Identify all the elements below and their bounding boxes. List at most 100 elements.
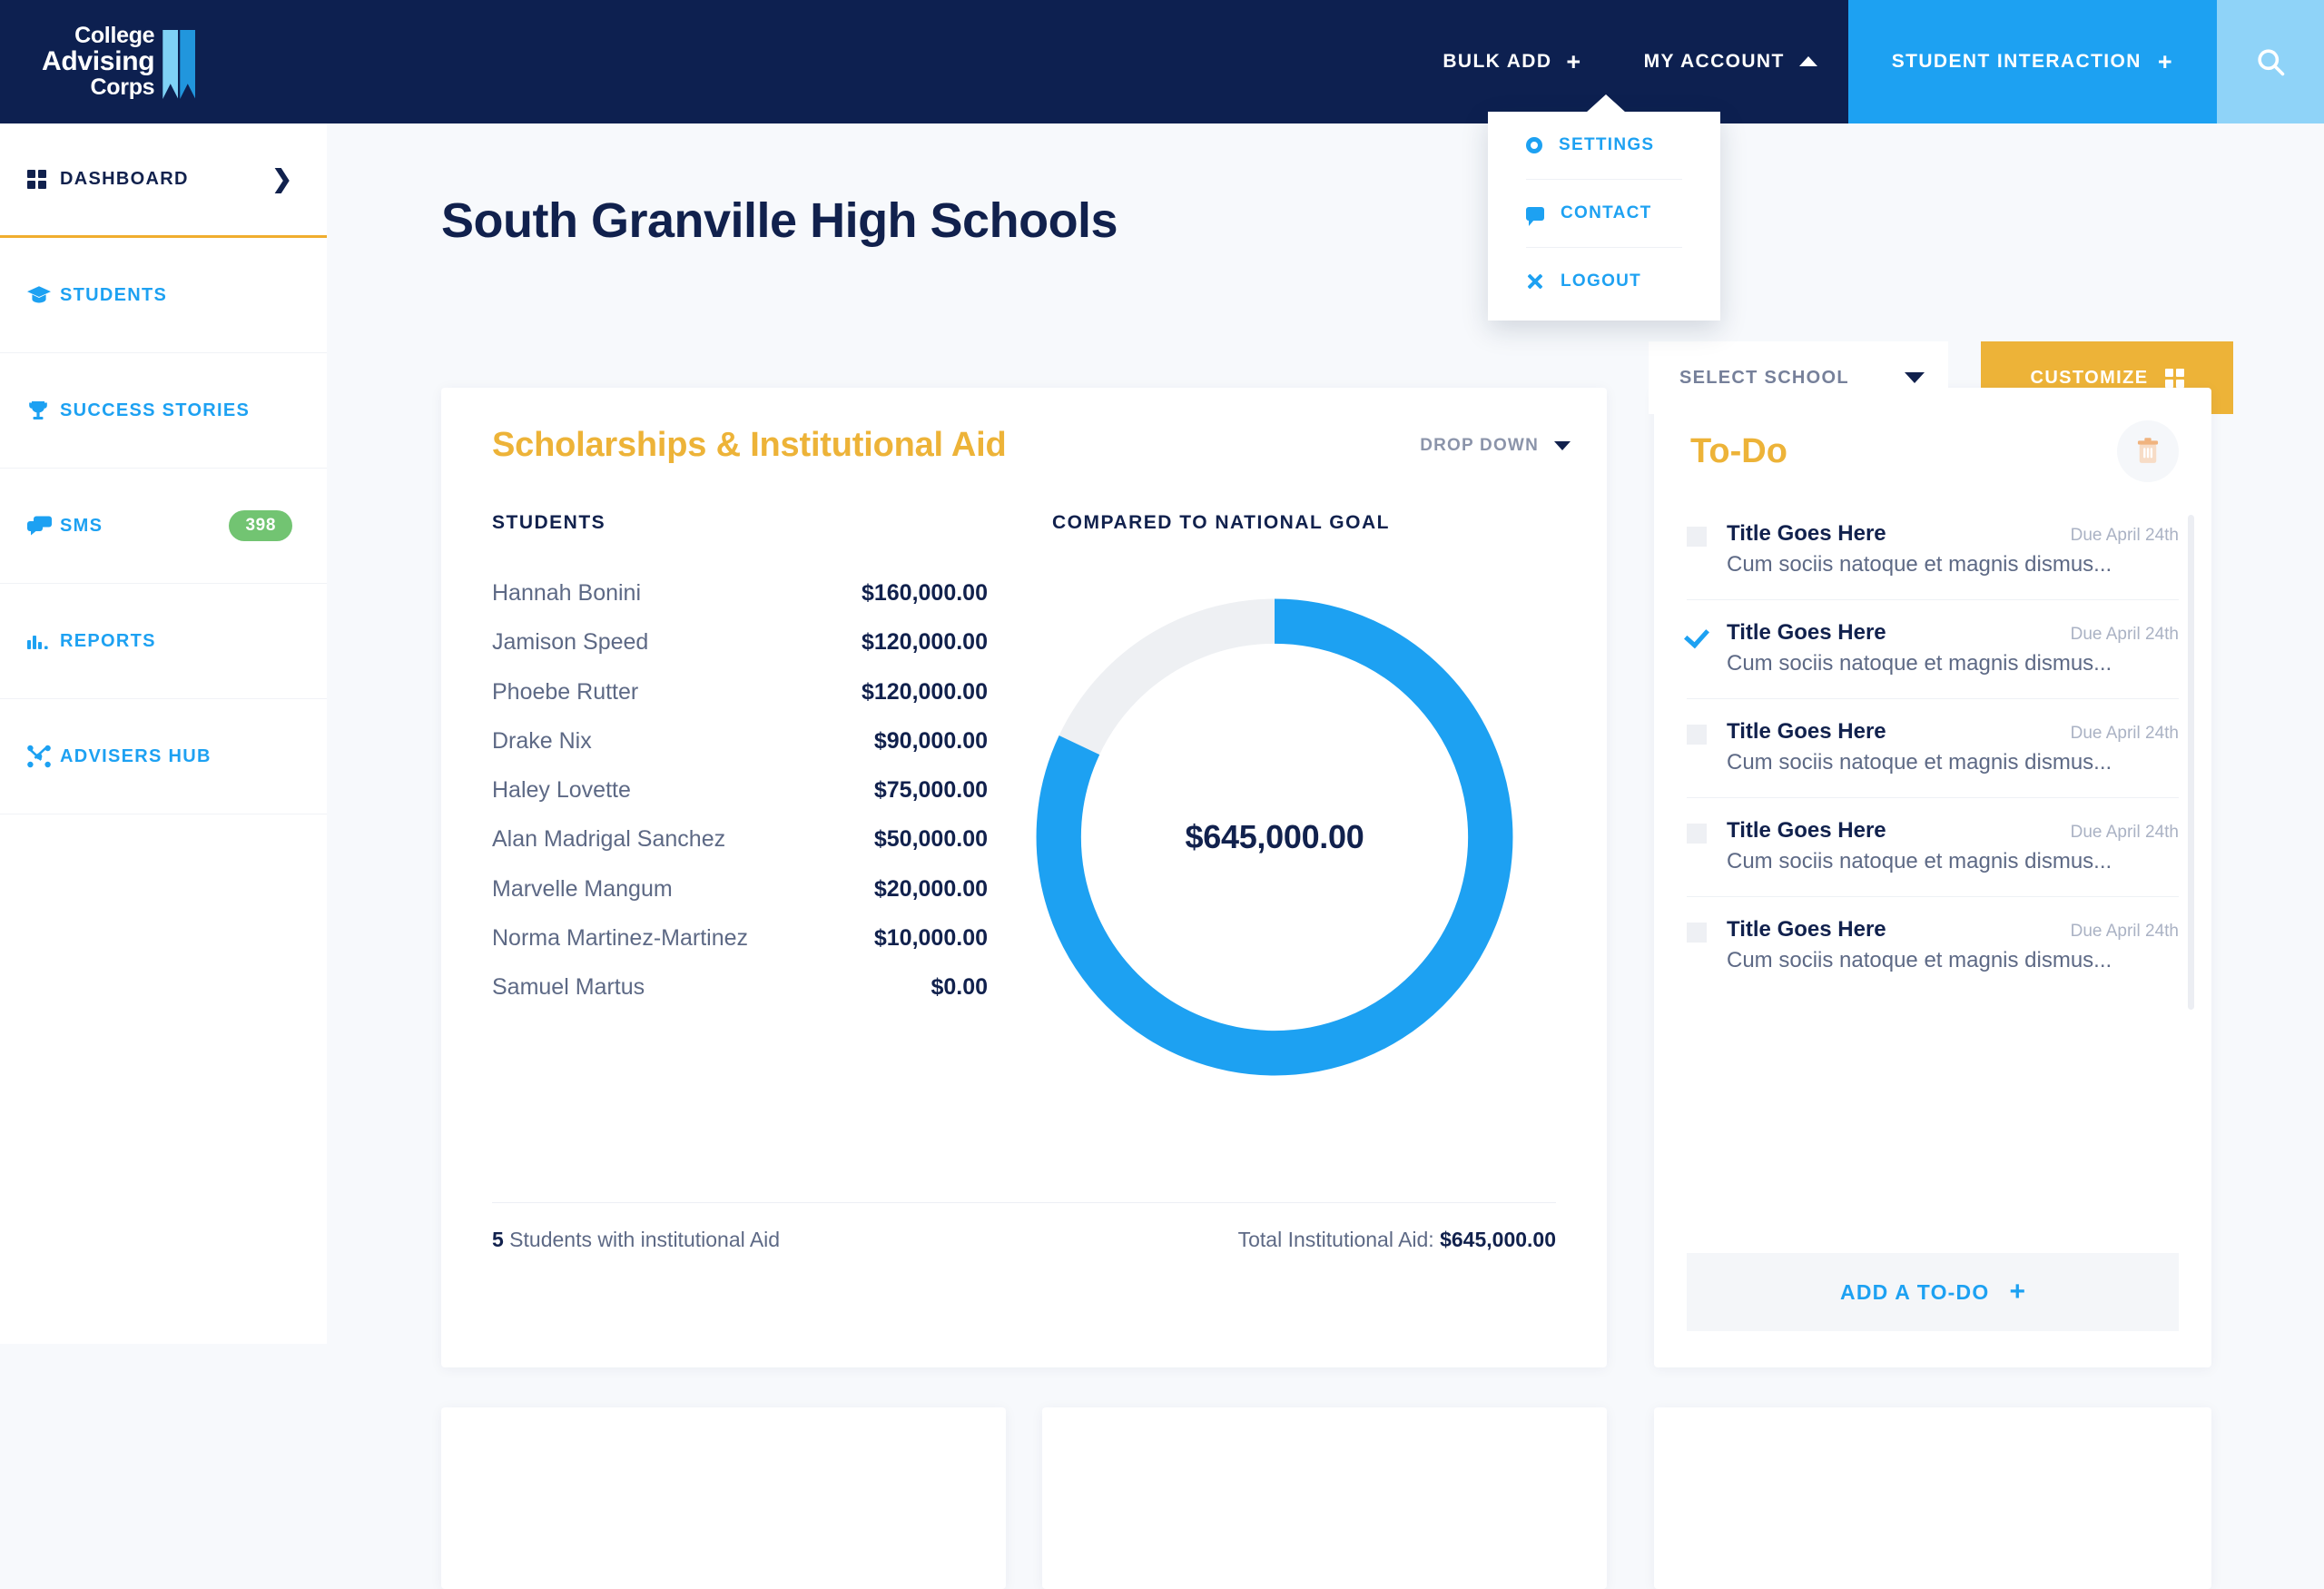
student-name: Hannah Bonini bbox=[492, 580, 642, 606]
student-aid-row[interactable]: Marvelle Mangum $20,000.00 bbox=[492, 876, 988, 925]
logo-mark: College Advising Corps bbox=[42, 25, 197, 99]
placeholder-card-1 bbox=[441, 1407, 1006, 1589]
sidebar-item-reports[interactable]: REPORTS bbox=[0, 584, 327, 699]
todo-title: Title Goes Here bbox=[1727, 818, 1886, 843]
gear-icon bbox=[1526, 137, 1542, 153]
student-aid-row[interactable]: Jamison Speed $120,000.00 bbox=[492, 629, 988, 678]
sidebar-item-dashboard[interactable]: DASHBOARD ❯ bbox=[0, 123, 327, 238]
placeholder-card-2 bbox=[1042, 1407, 1607, 1589]
trophy-icon bbox=[27, 400, 60, 421]
todo-checkbox[interactable] bbox=[1687, 527, 1707, 547]
menu-item-settings[interactable]: SETTINGS bbox=[1488, 112, 1720, 179]
sidebar-item-sms-label: SMS bbox=[60, 515, 103, 536]
student-aid-row[interactable]: Haley Lovette $75,000.00 bbox=[492, 777, 988, 826]
column-header-students: STUDENTS bbox=[492, 512, 606, 533]
footer-total-aid: Total Institutional Aid: $645,000.00 bbox=[1238, 1228, 1556, 1252]
scholarships-dropdown[interactable]: DROP DOWN bbox=[1420, 436, 1571, 456]
chat-icon bbox=[1526, 206, 1544, 226]
student-name: Jamison Speed bbox=[492, 629, 649, 656]
todo-list: Title Goes Here Due April 24th Cum sociis … bbox=[1654, 501, 2211, 1215]
logo-line-2: Advising bbox=[42, 46, 155, 76]
sidebar-item-success-stories-label: SUCCESS STORIES bbox=[60, 400, 251, 420]
nav-student-interaction-label: STUDENT INTERACTION bbox=[1891, 51, 2142, 72]
my-account-dropdown-menu: SETTINGS CONTACT LOGOUT bbox=[1488, 94, 1720, 321]
page-header: South Granville High Schools bbox=[441, 192, 1118, 249]
brand-logo[interactable]: College Advising Corps bbox=[0, 0, 327, 123]
student-name: Norma Martinez-Martinez bbox=[492, 925, 749, 952]
graduation-cap-icon bbox=[27, 286, 60, 304]
student-aid-amount: $20,000.00 bbox=[873, 875, 988, 902]
menu-item-settings-label: SETTINGS bbox=[1559, 135, 1655, 154]
menu-item-logout[interactable]: LOGOUT bbox=[1488, 248, 1720, 315]
student-aid-amount: $120,000.00 bbox=[861, 629, 988, 656]
sidebar-item-students-label: STUDENTS bbox=[60, 284, 168, 305]
add-todo-button[interactable]: ADD A TO-DO + bbox=[1687, 1253, 2179, 1331]
logo-line-1: College bbox=[74, 23, 155, 48]
nav-links: BULK ADD + MY ACCOUNT bbox=[1412, 0, 1847, 123]
checkmark-icon[interactable] bbox=[1687, 624, 1707, 644]
todo-body: Title Goes Here Due April 24th Cum sociis … bbox=[1727, 719, 2179, 775]
donut-center-value: $645,000.00 bbox=[1185, 818, 1364, 855]
sidebar-item-advisers-hub[interactable]: ADVISERS HUB bbox=[0, 699, 327, 814]
student-aid-row[interactable]: Hannah Bonini $160,000.00 bbox=[492, 580, 988, 629]
menu-item-contact[interactable]: CONTACT bbox=[1488, 180, 1720, 247]
chevron-right-icon: ❯ bbox=[271, 165, 292, 192]
plus-icon: + bbox=[1566, 47, 1582, 75]
bar-chart-icon bbox=[27, 633, 60, 649]
search-button[interactable] bbox=[2217, 0, 2324, 123]
todo-title: Title Goes Here bbox=[1727, 620, 1886, 645]
todo-top-row: Title Goes Here Due April 24th bbox=[1727, 521, 2179, 547]
todo-body: Title Goes Here Due April 24th Cum sociis … bbox=[1727, 620, 2179, 676]
chevron-down-icon bbox=[1554, 440, 1571, 450]
customize-button-label: CUSTOMIZE bbox=[2030, 367, 2149, 388]
todo-due-date: Due April 24th bbox=[2070, 625, 2179, 644]
student-aid-row[interactable]: Alan Madrigal Sanchez $50,000.00 bbox=[492, 826, 988, 875]
todo-card-title: To-Do bbox=[1690, 431, 1787, 470]
student-aid-amount: $90,000.00 bbox=[873, 727, 988, 754]
todo-title: Title Goes Here bbox=[1727, 719, 1886, 744]
todo-item[interactable]: Title Goes Here Due April 24th Cum sociis … bbox=[1687, 501, 2179, 600]
todo-item[interactable]: Title Goes Here Due April 24th Cum sociis … bbox=[1687, 699, 2179, 798]
student-aid-row[interactable]: Phoebe Rutter $120,000.00 bbox=[492, 679, 988, 728]
todo-top-row: Title Goes Here Due April 24th bbox=[1727, 818, 2179, 844]
menu-item-logout-label: LOGOUT bbox=[1561, 271, 1642, 291]
todo-item[interactable]: Title Goes Here Due April 24th Cum sociis … bbox=[1687, 897, 2179, 995]
nav-student-interaction[interactable]: STUDENT INTERACTION + bbox=[1847, 0, 2217, 123]
sidebar-item-sms[interactable]: SMS 398 bbox=[0, 469, 327, 584]
student-aid-row[interactable]: Drake Nix $90,000.00 bbox=[492, 728, 988, 777]
todo-item[interactable]: Title Goes Here Due April 24th Cum sociis … bbox=[1687, 600, 2179, 699]
student-name: Haley Lovette bbox=[492, 777, 631, 804]
student-aid-row[interactable]: Norma Martinez-Martinez $10,000.00 bbox=[492, 925, 988, 974]
todo-item[interactable]: Title Goes Here Due April 24th Cum sociis … bbox=[1687, 798, 2179, 897]
todo-checkbox[interactable] bbox=[1687, 725, 1707, 745]
todo-due-date: Due April 24th bbox=[2070, 823, 2179, 842]
chevron-up-icon bbox=[1798, 55, 1817, 66]
todo-checkbox[interactable] bbox=[1687, 824, 1707, 844]
school-select-dropdown[interactable]: SELECT SCHOOL bbox=[1649, 341, 1948, 414]
todo-due-date: Due April 24th bbox=[2070, 724, 2179, 743]
scholarships-card-header: Scholarships & Institutional Aid DROP DO… bbox=[492, 426, 1571, 465]
student-name: Alan Madrigal Sanchez bbox=[492, 826, 726, 853]
student-aid-amount: $120,000.00 bbox=[861, 678, 988, 705]
sidebar-item-advisers-hub-label: ADVISERS HUB bbox=[60, 745, 212, 766]
todo-due-date: Due April 24th bbox=[2070, 526, 2179, 545]
sms-unread-badge: 398 bbox=[229, 510, 292, 541]
dropdown-arrow bbox=[1586, 94, 1626, 113]
plus-icon: + bbox=[2009, 1277, 2025, 1307]
todo-scrollbar[interactable] bbox=[2188, 515, 2194, 1010]
nav-my-account[interactable]: MY ACCOUNT bbox=[1613, 0, 1848, 123]
sidebar-item-students[interactable]: STUDENTS bbox=[0, 238, 327, 353]
page-title: South Granville High Schools bbox=[441, 193, 1118, 248]
nav-bulk-add[interactable]: BULK ADD + bbox=[1412, 0, 1612, 123]
close-icon bbox=[1526, 272, 1544, 291]
todo-body: Title Goes Here Due April 24th Cum sociis … bbox=[1727, 521, 2179, 577]
footer-student-count-label: Students with institutional Aid bbox=[503, 1228, 781, 1251]
todo-checkbox[interactable] bbox=[1687, 923, 1707, 943]
delete-todos-button[interactable] bbox=[2117, 420, 2179, 482]
student-aid-amount: $0.00 bbox=[931, 974, 988, 1001]
student-aid-row[interactable]: Samuel Martus $0.00 bbox=[492, 974, 988, 1023]
school-select-value: SELECT SCHOOL bbox=[1679, 367, 1849, 388]
sidebar-item-success-stories[interactable]: SUCCESS STORIES bbox=[0, 353, 327, 469]
todo-body: Title Goes Here Due April 24th Cum sociis … bbox=[1727, 917, 2179, 973]
todo-description: Cum sociis natoque et magnis dismus... bbox=[1727, 552, 2112, 577]
